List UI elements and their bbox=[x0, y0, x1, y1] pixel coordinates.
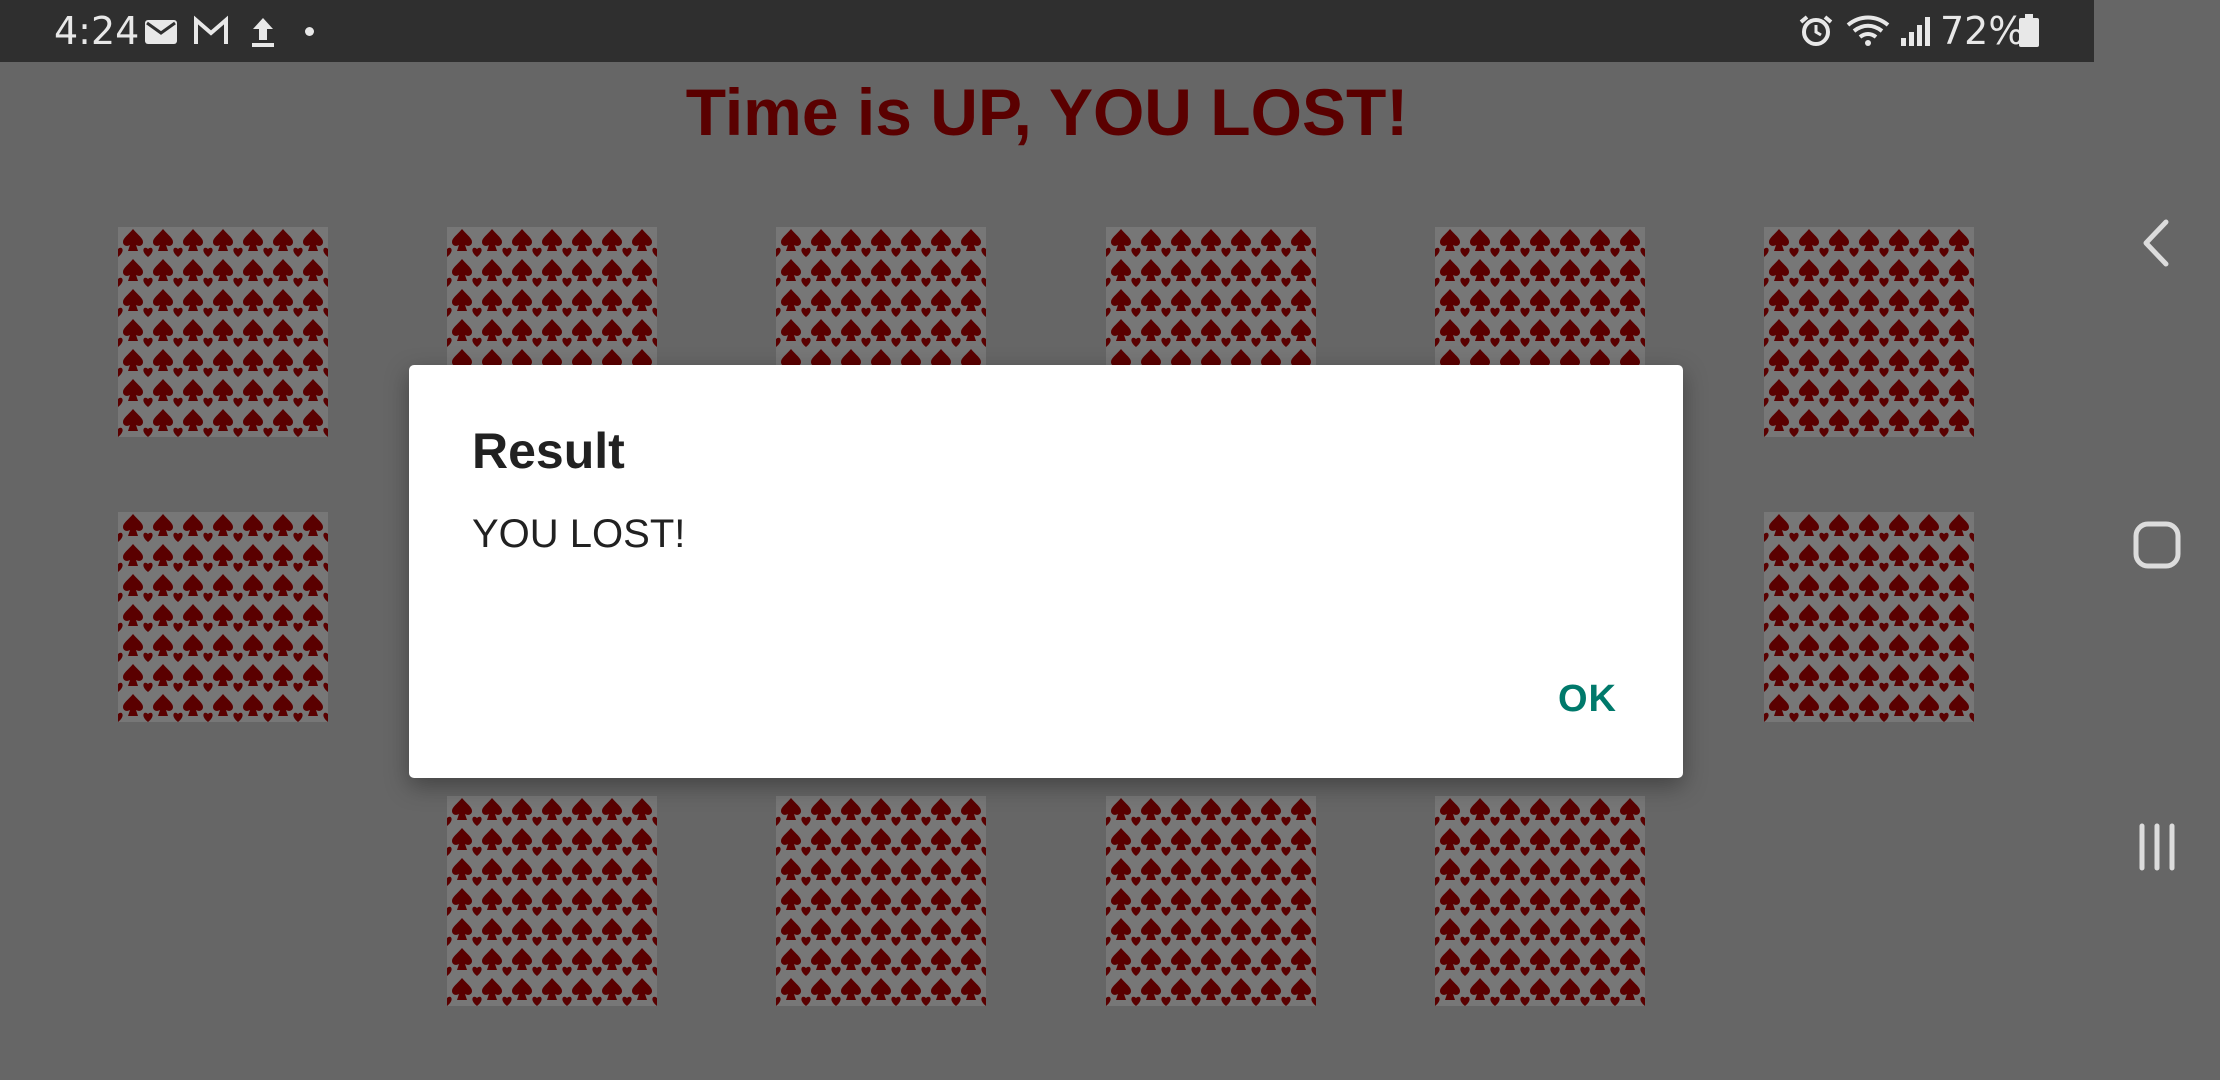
card-pattern bbox=[1435, 796, 1645, 1006]
card-pattern bbox=[1764, 227, 1974, 437]
status-bar: 4:24 72% bbox=[0, 0, 2094, 62]
card-pattern bbox=[1764, 512, 1974, 722]
card-pattern bbox=[118, 512, 328, 722]
game-status-title: Time is UP, YOU LOST! bbox=[685, 75, 1409, 149]
card-back[interactable] bbox=[1764, 227, 1974, 437]
dialog-message: YOU LOST! bbox=[472, 512, 686, 556]
result-dialog: Result YOU LOST! OK bbox=[409, 365, 1683, 778]
mail-icon bbox=[145, 20, 177, 44]
gmail-icon bbox=[194, 15, 228, 44]
recents-icon[interactable] bbox=[2122, 812, 2192, 882]
ok-button[interactable]: OK bbox=[1544, 670, 1631, 729]
home-icon[interactable] bbox=[2122, 510, 2192, 580]
card-pattern bbox=[447, 796, 657, 1006]
card-pattern bbox=[1106, 796, 1316, 1006]
card-pattern bbox=[776, 796, 986, 1006]
alarm-icon bbox=[1799, 15, 1833, 46]
dot-icon bbox=[305, 27, 314, 36]
card-back[interactable] bbox=[118, 227, 328, 437]
card-back[interactable] bbox=[447, 796, 657, 1006]
upload-icon bbox=[252, 18, 274, 47]
back-icon[interactable] bbox=[2122, 208, 2192, 278]
signal-icon bbox=[1901, 17, 1930, 46]
status-time: 4:24 bbox=[54, 9, 140, 53]
dialog-title: Result bbox=[472, 423, 625, 479]
navigation-bar bbox=[2094, 0, 2220, 1080]
card-back[interactable] bbox=[1106, 796, 1316, 1006]
battery-icon bbox=[2019, 14, 2039, 47]
card-back[interactable] bbox=[1435, 796, 1645, 1006]
wifi-icon bbox=[1846, 15, 1890, 46]
card-pattern bbox=[118, 227, 328, 437]
card-back[interactable] bbox=[776, 796, 986, 1006]
card-back[interactable] bbox=[118, 512, 328, 722]
battery-percentage: 72% bbox=[1940, 9, 2025, 53]
card-back[interactable] bbox=[1764, 512, 1974, 722]
